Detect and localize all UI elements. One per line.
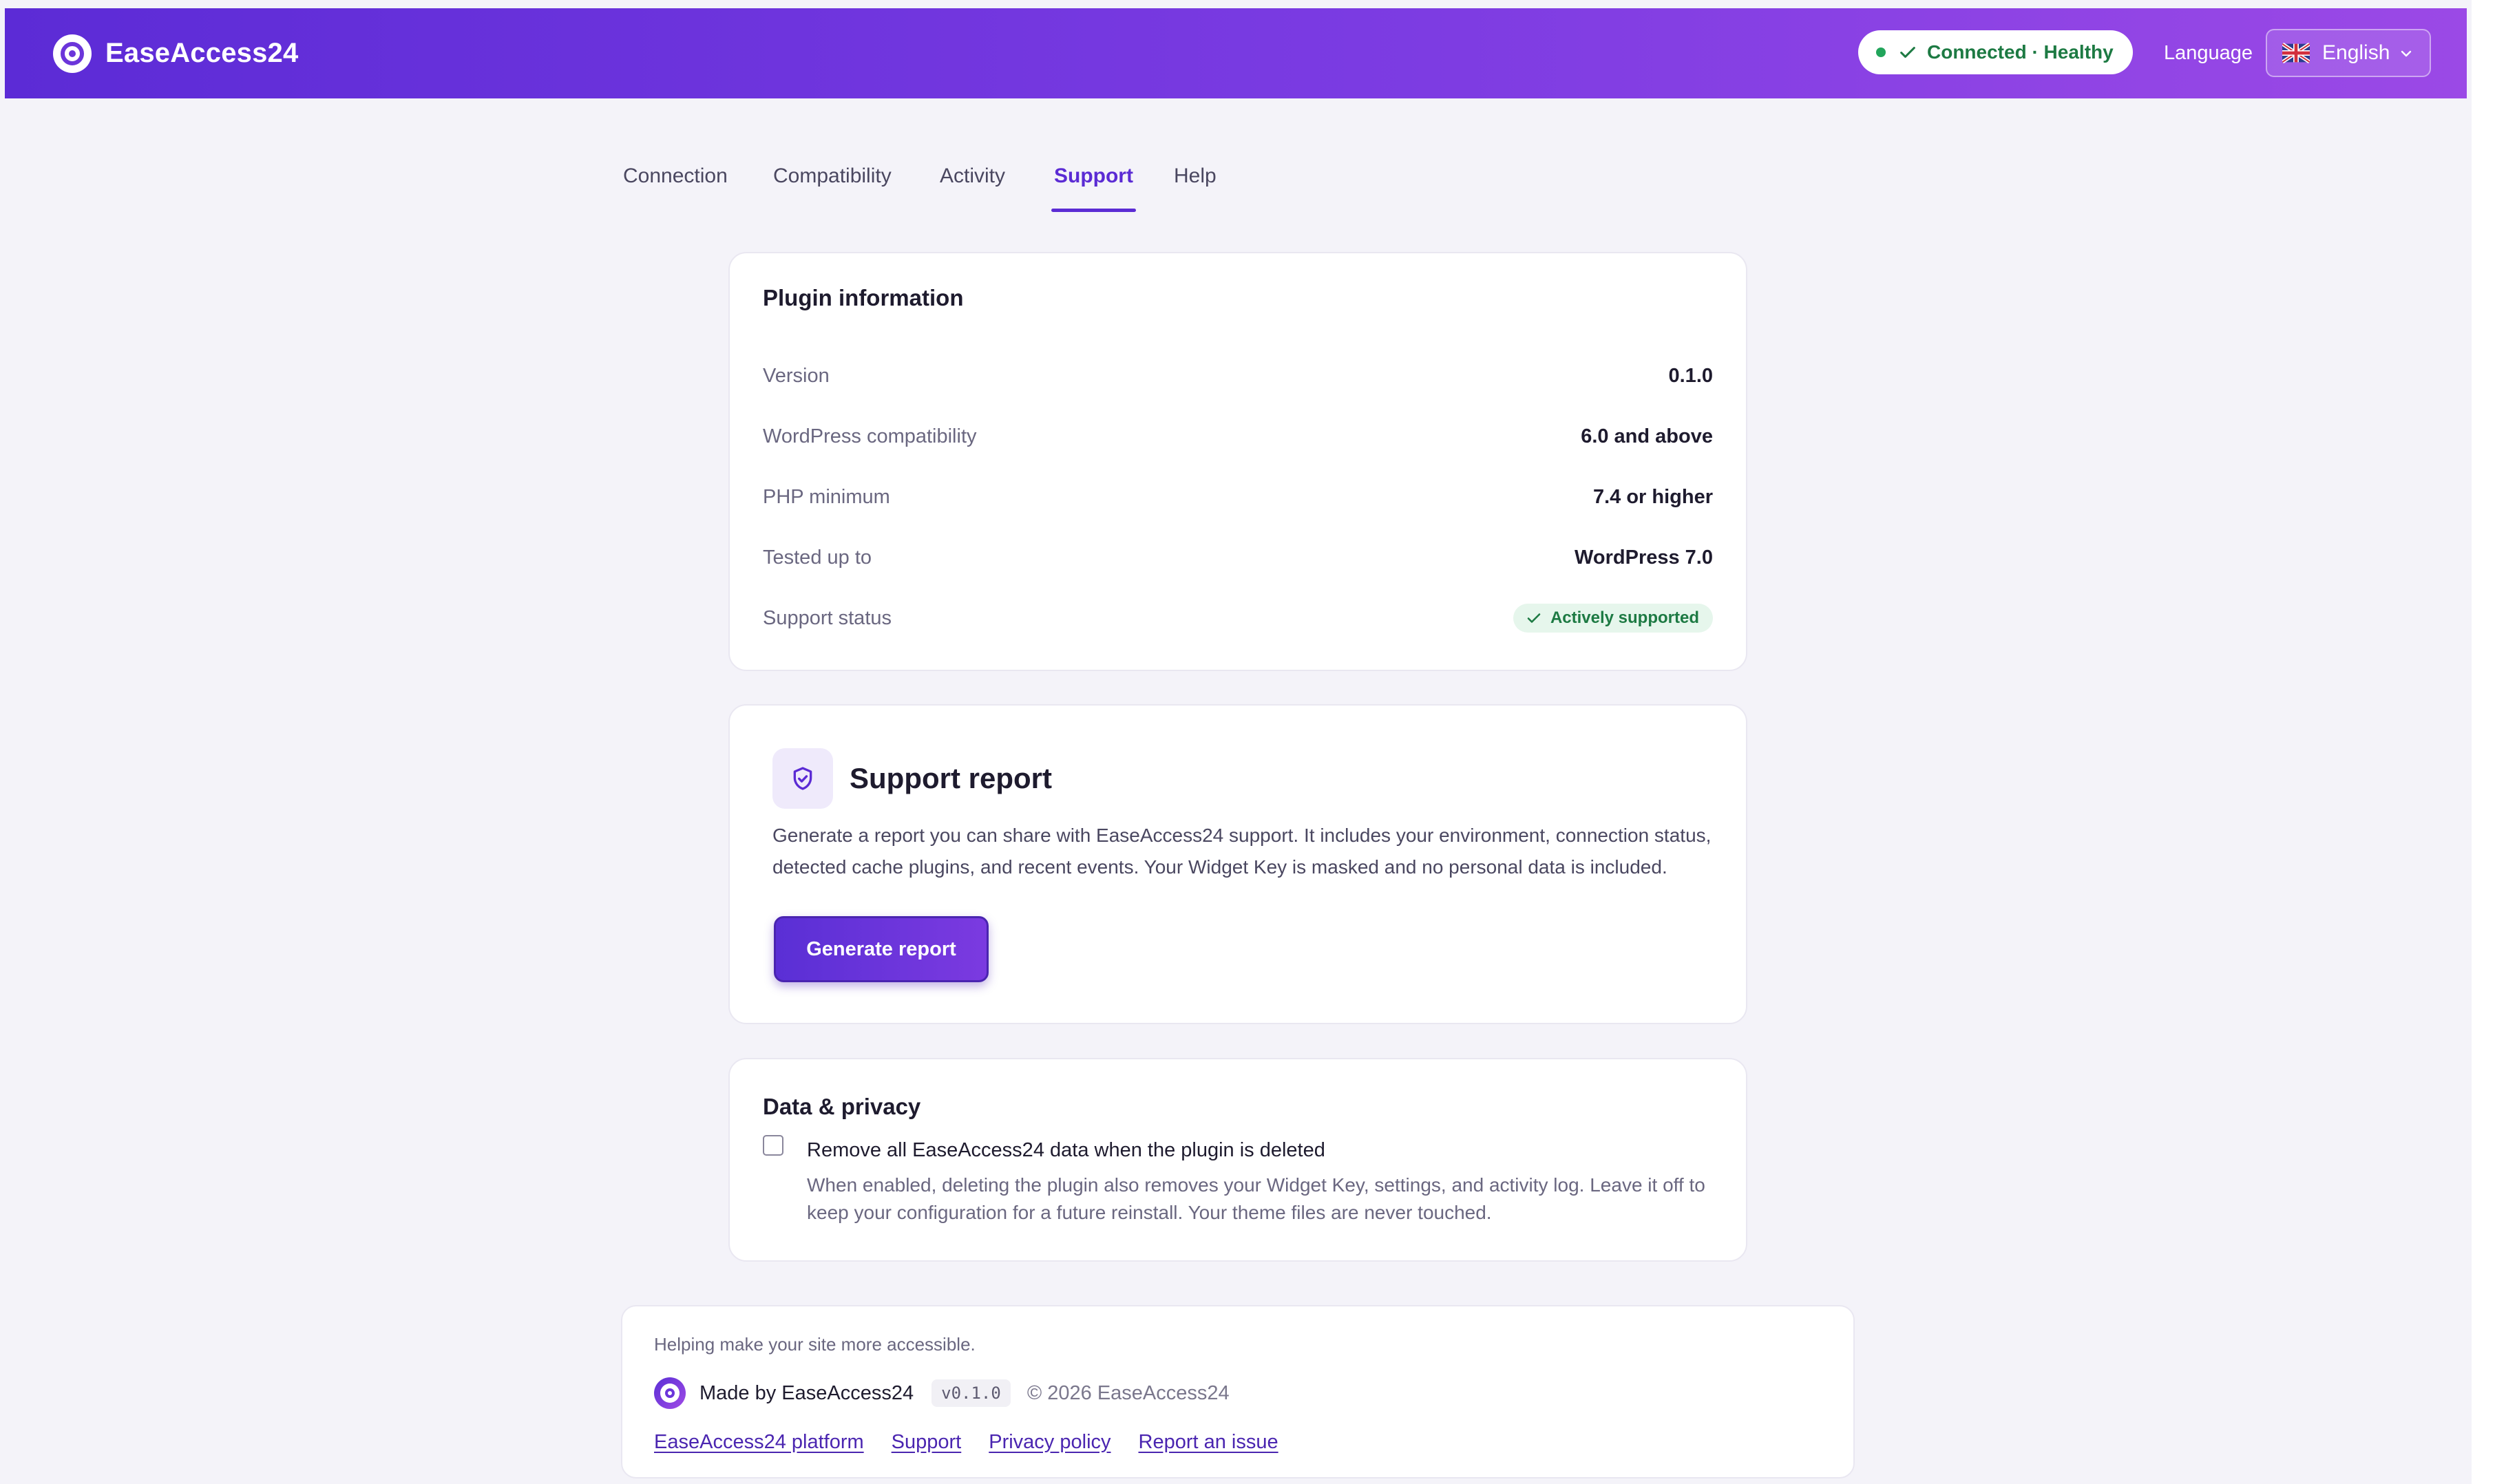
info-label: PHP minimum (763, 485, 890, 508)
info-value: 0.1.0 (1668, 364, 1714, 387)
footer: Helping make your site more accessible. … (621, 1305, 1855, 1478)
info-row-wordpress-compatibility: WordPress compatibility 6.0 and above (763, 420, 1713, 453)
brand-logo-icon (53, 34, 92, 73)
remove-data-checkbox[interactable] (763, 1135, 783, 1156)
connection-status-text: Connected · Healthy (1927, 41, 2114, 63)
support-report-card: Support report Generate a report you can… (728, 704, 1747, 1024)
info-row-support-status: Support status Actively supported (763, 602, 1713, 635)
tab-support[interactable]: Support (1051, 149, 1136, 212)
info-value: 6.0 and above (1581, 425, 1713, 447)
brand[interactable]: EaseAccess24 (53, 8, 298, 98)
plugin-information-card: Plugin information Version 0.1.0 WordPre… (728, 252, 1747, 671)
info-row-php-minimum: PHP minimum 7.4 or higher (763, 480, 1713, 513)
data-privacy-title: Data & privacy (763, 1094, 921, 1119)
connection-status-badge: Connected · Healthy (1858, 30, 2133, 74)
remove-data-help-text: When enabled, deleting the plugin also r… (807, 1174, 1705, 1223)
tab-connection[interactable]: Connection (623, 149, 728, 211)
language-value: English (2322, 41, 2390, 64)
info-value: WordPress 7.0 (1575, 546, 1713, 569)
footer-link-report-issue[interactable]: Report an issue (1139, 1431, 1278, 1454)
check-icon (1527, 613, 1541, 623)
data-privacy-card: Data & privacy Remove all EaseAccess24 d… (728, 1058, 1747, 1262)
info-label: Tested up to (763, 546, 872, 569)
version-chip: v0.1.0 (931, 1379, 1011, 1407)
info-label: Version (763, 364, 830, 387)
app-name: EaseAccess24 (105, 38, 299, 68)
page-background: EaseAccess24 Connected · Healthy Languag… (0, 0, 2472, 1484)
support-status-badge: Actively supported (1513, 604, 1713, 633)
generate-report-button[interactable]: Generate report (774, 916, 989, 982)
support-report-title: Support report (850, 762, 1052, 794)
tab-help[interactable]: Help (1174, 149, 1217, 211)
made-by-text: Made by EaseAccess24 (699, 1381, 914, 1404)
copyright-text: © 2026 EaseAccess24 (1027, 1381, 1230, 1404)
footer-link-privacy-policy[interactable]: Privacy policy (989, 1431, 1110, 1454)
uk-flag-icon (2282, 43, 2310, 63)
footer-tagline: Helping make your site more accessible. (654, 1334, 976, 1355)
tab-compatibility[interactable]: Compatibility (773, 149, 892, 211)
top-header-bar: EaseAccess24 Connected · Healthy Languag… (5, 8, 2467, 98)
check-icon (1900, 47, 1915, 58)
shield-check-icon (772, 748, 833, 809)
support-report-description: Generate a report you can share with Eas… (772, 825, 1712, 878)
language-select[interactable]: English (2266, 29, 2431, 77)
support-status-text: Actively supported (1550, 608, 1699, 627)
footer-made-by-row: Made by EaseAccess24 v0.1.0 © 2026 EaseA… (654, 1374, 1230, 1412)
remove-data-checkbox-label[interactable]: Remove all EaseAccess24 data when the pl… (807, 1139, 1325, 1162)
footer-link-platform[interactable]: EaseAccess24 platform (654, 1431, 864, 1454)
info-row-tested-up-to: Tested up to WordPress 7.0 (763, 541, 1713, 574)
window-edge (2472, 0, 2495, 1484)
tab-activity[interactable]: Activity (940, 149, 1005, 211)
info-row-version: Version 0.1.0 (763, 359, 1713, 392)
brand-logo-icon (654, 1377, 686, 1409)
info-label: Support status (763, 606, 892, 629)
chevron-down-icon (2401, 50, 2412, 57)
status-dot-icon (1876, 47, 1886, 57)
plugin-information-title: Plugin information (763, 285, 964, 310)
footer-links: EaseAccess24 platform Support Privacy po… (654, 1425, 1306, 1459)
info-value: 7.4 or higher (1592, 485, 1713, 508)
info-label: WordPress compatibility (763, 425, 977, 447)
language-label: Language (2164, 42, 2253, 64)
footer-link-support[interactable]: Support (892, 1431, 962, 1454)
